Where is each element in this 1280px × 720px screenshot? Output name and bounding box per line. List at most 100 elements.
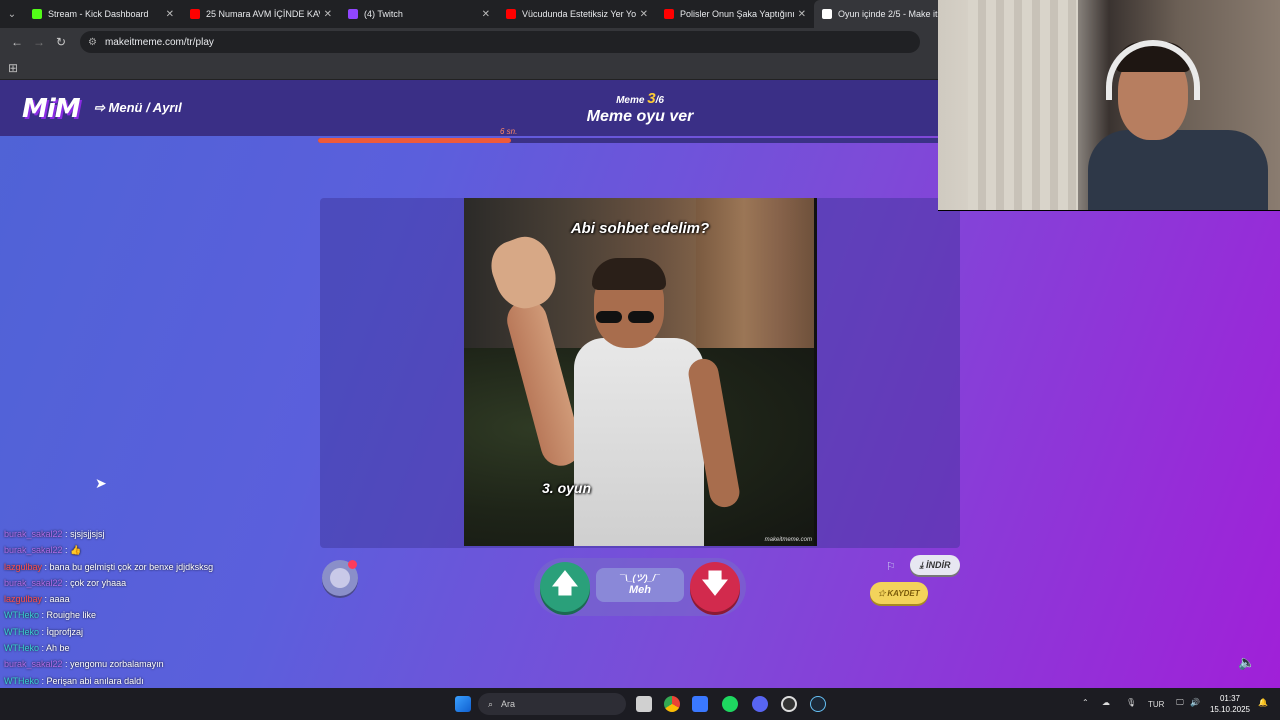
webcam-overlay: [938, 0, 1280, 211]
chat-username[interactable]: WTHeko: [4, 676, 39, 686]
chat-separator: :: [39, 610, 47, 621]
meme-watermark: makeitmeme.com: [764, 537, 812, 543]
address-bar[interactable]: ⚙ makeitmeme.com/tr/play: [80, 31, 920, 53]
tab-close-icon[interactable]: ✕: [798, 9, 806, 20]
tab-favicon-icon: [506, 9, 516, 19]
cloud-icon[interactable]: ☁: [1102, 698, 1110, 707]
meh-button[interactable]: ¯\_(ツ)_/¯ Meh: [596, 568, 684, 602]
discord-icon[interactable]: [752, 696, 768, 712]
flag-icon[interactable]: ⚐: [886, 560, 896, 573]
exit-icon: ⇨: [94, 100, 109, 115]
tab-close-icon[interactable]: ✕: [482, 9, 490, 20]
browser-tab[interactable]: Vücudunda Estetiksiz Yer Yok | ✕: [498, 0, 656, 28]
streamer-figure: [1088, 40, 1268, 210]
notification-bell-icon[interactable]: 🔔: [1258, 698, 1268, 707]
apps-grid-icon[interactable]: ⊞: [8, 61, 18, 75]
chat-text: İqprofjzaj: [46, 626, 84, 637]
chat-username[interactable]: burak_sakal22: [4, 545, 63, 555]
chat-separator: :: [42, 594, 50, 605]
tab-title: Stream - Kick Dashboard: [48, 9, 149, 19]
upvote-button[interactable]: 🡅: [540, 562, 590, 612]
tab-title: Polisler Onun Şaka Yaptığını San: [680, 9, 794, 19]
timer-text: 6 sn.: [500, 127, 518, 136]
chat-username[interactable]: WTHeko: [4, 643, 39, 653]
taskbar-search[interactable]: ⌕ Ara: [478, 693, 626, 715]
meme-image: Abi sohbet edelim? 3. oyun makeitmeme.co…: [464, 198, 816, 546]
chat-separator: :: [62, 529, 71, 539]
tray-chevron-icon[interactable]: ⌃: [1082, 698, 1089, 707]
chat-separator: :: [39, 643, 47, 654]
back-arrow-icon[interactable]: ←: [6, 35, 28, 49]
task-view-icon[interactable]: [636, 696, 652, 712]
meme-caption-bottom: 3. oyun: [542, 480, 592, 496]
chat-separator: :: [39, 675, 47, 686]
browser-tab[interactable]: (4) Twitch ✕: [340, 0, 498, 28]
tab-close-icon[interactable]: ✕: [166, 9, 174, 20]
microphone-icon[interactable]: 🎙: [1126, 698, 1136, 707]
reload-icon[interactable]: ↻: [50, 35, 72, 49]
spotify-icon[interactable]: [722, 696, 738, 712]
shrug-text: ¯\_(ツ)_/¯: [620, 573, 660, 583]
chat-message: WTHeko : Ah be: [4, 640, 304, 656]
download-button[interactable]: ⤓ İNDİR: [910, 555, 960, 575]
chat-username[interactable]: burak_sakal22: [4, 578, 63, 588]
chat-message: lazgulbay : bana bu gelmişti çok zor ben…: [4, 559, 304, 575]
chat-message: burak_sakal22 : sjsjsjjsjsj: [4, 526, 304, 542]
menu-leave-link[interactable]: ⇨ Menü / Ayrıl: [94, 100, 182, 116]
chat-username[interactable]: WTHeko: [4, 610, 39, 620]
save-label: KAYDET: [887, 588, 920, 598]
tab-title: 25 Numara AVM İÇİNDE KAVGA: [206, 9, 320, 19]
store-icon[interactable]: [692, 696, 708, 712]
chat-message: lazgulbay : aaaa: [4, 591, 304, 607]
tab-favicon-icon: [664, 9, 674, 19]
chat-separator: :: [42, 561, 50, 572]
chat-text: Rouighe like: [46, 610, 97, 621]
chat-username[interactable]: lazgulbay: [4, 594, 42, 604]
meme-hair: [592, 258, 666, 290]
tab-search-icon[interactable]: ⌄: [0, 0, 24, 28]
chat-message: burak_sakal22 : 👍: [4, 542, 304, 558]
chat-separator: :: [39, 626, 47, 637]
tab-close-icon[interactable]: ✕: [324, 9, 332, 20]
site-info-icon[interactable]: ⚙: [88, 37, 97, 48]
obs-icon[interactable]: [781, 696, 797, 712]
network-icon[interactable]: 🖵: [1176, 698, 1184, 708]
speaker-icon[interactable]: 🔈: [1238, 654, 1255, 671]
meme-edge: [814, 198, 817, 546]
tab-close-icon[interactable]: ✕: [640, 9, 648, 20]
steam-icon[interactable]: [810, 696, 826, 712]
avatar-reaction-button[interactable]: [322, 560, 358, 596]
chat-username[interactable]: burak_sakal22: [4, 529, 63, 539]
forward-arrow-icon[interactable]: →: [28, 35, 50, 49]
chrome-icon[interactable]: [664, 696, 680, 712]
system-clock[interactable]: 01:37 15.10.2025: [1208, 693, 1252, 715]
streamer-body: [1088, 130, 1268, 210]
chat-username[interactable]: lazgulbay: [4, 562, 42, 572]
chat-text: Perişan abi anılara daldı: [46, 675, 144, 686]
volume-icon[interactable]: 🔊: [1190, 698, 1200, 707]
round-info: Meme 3/6 Meme oyu ver: [560, 90, 720, 126]
tab-favicon-icon: [32, 9, 42, 19]
tab-favicon-icon: [190, 9, 200, 19]
windows-start-icon[interactable]: [455, 696, 471, 712]
browser-tab[interactable]: Stream - Kick Dashboard ✕: [24, 0, 182, 28]
downvote-button[interactable]: 🡇: [690, 562, 740, 612]
menu-leave-label: Menü / Ayrıl: [108, 100, 182, 115]
chat-message: burak_sakal22 : yengomu zorbalamayın: [4, 656, 304, 672]
mim-logo[interactable]: MiM: [22, 94, 81, 124]
chat-text: 👍: [70, 545, 82, 556]
chat-message: WTHeko : Rouighe like: [4, 607, 304, 623]
star-icon: ✩: [878, 588, 888, 598]
windows-taskbar: ⌕ Ara ⌃ ☁ 🎙 TUR 🖵 🔊 01:37 15.10.2025 🔔: [0, 688, 1280, 720]
chat-text: yengomu zorbalamayın: [70, 659, 164, 670]
tab-title: Oyun içinde 2/5 - Make it M: [838, 9, 948, 19]
chat-username[interactable]: WTHeko: [4, 627, 39, 637]
meme-panel: Abi sohbet edelim? 3. oyun makeitmeme.co…: [320, 198, 960, 548]
save-button[interactable]: ✩ KAYDET: [870, 582, 928, 604]
chat-username[interactable]: burak_sakal22: [4, 659, 63, 669]
chat-text: aaaa: [49, 594, 70, 605]
language-indicator[interactable]: TUR: [1148, 700, 1164, 709]
notification-dot: [348, 560, 357, 569]
browser-tab[interactable]: 25 Numara AVM İÇİNDE KAVGA ✕: [182, 0, 340, 28]
browser-tab[interactable]: Polisler Onun Şaka Yaptığını San ✕: [656, 0, 814, 28]
